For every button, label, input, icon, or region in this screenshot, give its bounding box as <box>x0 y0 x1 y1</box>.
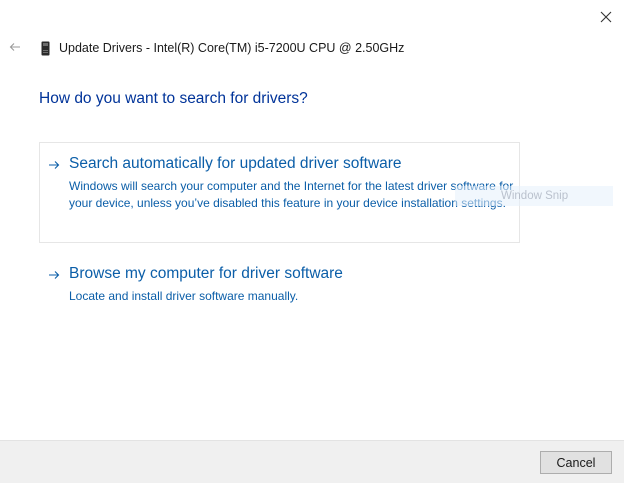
arrow-right-icon <box>46 268 62 282</box>
page-heading: How do you want to search for drivers? <box>39 90 308 107</box>
window-title: Update Drivers - Intel(R) Core(TM) i5-72… <box>59 41 405 55</box>
update-drivers-dialog: Update Drivers - Intel(R) Core(TM) i5-72… <box>0 0 624 483</box>
option-description: Windows will search your computer and th… <box>69 179 514 210</box>
cancel-button[interactable]: Cancel <box>540 451 612 474</box>
option-title: Search automatically for updated driver … <box>69 155 402 172</box>
device-icon <box>38 39 52 57</box>
option-description: Locate and install driver software manua… <box>69 289 299 303</box>
window-snip-overlay: Window Snip <box>455 186 613 206</box>
close-icon <box>600 11 612 23</box>
option-title: Browse my computer for driver software <box>69 265 343 282</box>
search-automatically-option[interactable]: Search automatically for updated driver … <box>39 142 520 243</box>
arrow-right-icon <box>46 158 62 172</box>
close-button[interactable] <box>592 6 620 28</box>
back-arrow-icon <box>9 43 20 51</box>
dialog-footer: Cancel <box>0 440 624 483</box>
browse-computer-option[interactable]: Browse my computer for driver software L… <box>39 254 520 312</box>
title-bar: Update Drivers - Intel(R) Core(TM) i5-72… <box>38 38 404 58</box>
back-button[interactable] <box>6 38 24 56</box>
